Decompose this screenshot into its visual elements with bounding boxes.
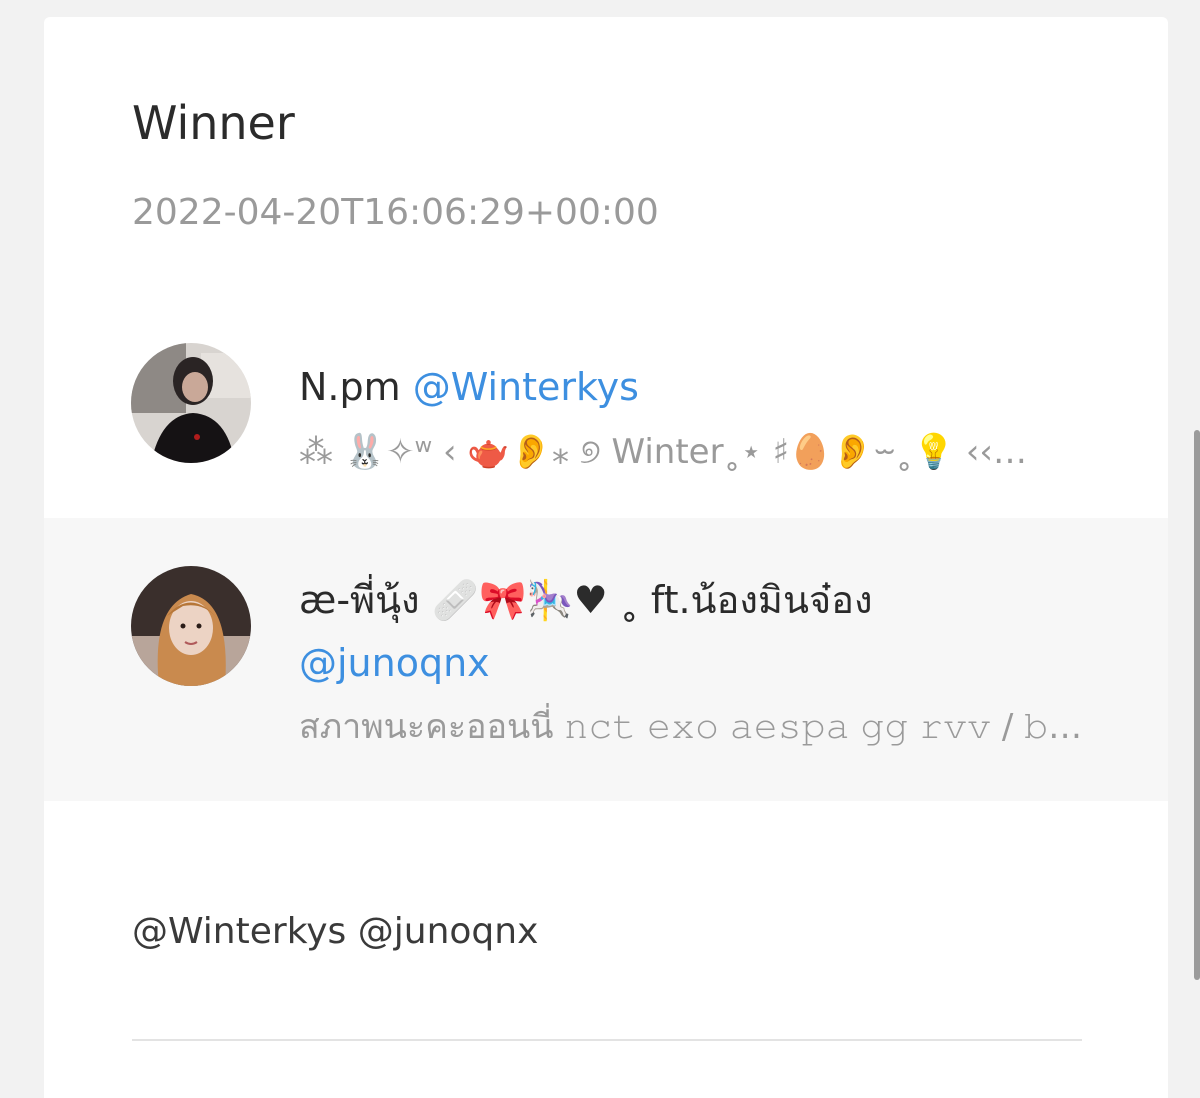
user-bio: ⁂ 🐰✧ʷ ‹ 🫖👂⁎ ୭ Winter˳⋆ ♯🥚👂⏖˳💡 ‹‹… <box>299 432 1028 472</box>
winner-entry[interactable]: æ-พี่นุ้ง 🩹🎀🎠♥ ˳ ft.น้องมินจ๋อง @junoqnx… <box>44 518 1168 801</box>
avatar[interactable] <box>131 566 251 686</box>
page: Winner 2022-04-20T16:06:29+00:00 N.pm @W… <box>0 0 1200 1098</box>
post-title: Winner <box>132 96 295 150</box>
divider <box>132 1039 1082 1041</box>
avatar-image <box>131 566 251 686</box>
mentions-text: @Winterkys @junoqnx <box>132 911 539 952</box>
entry-text: N.pm @Winterkys ⁂ 🐰✧ʷ ‹ 🫖👂⁎ ୭ Winter˳⋆ ♯… <box>299 355 1088 485</box>
display-name: æ-พี่นุ้ง 🩹🎀🎠♥ ˳ ft.น้องมินจ๋อง <box>299 578 873 622</box>
user-handle-link[interactable]: @junoqnx <box>299 632 1088 694</box>
avatar[interactable] <box>131 343 251 463</box>
scrollbar[interactable] <box>1194 430 1200 980</box>
entry-text: æ-พี่นุ้ง 🩹🎀🎠♥ ˳ ft.น้องมินจ๋อง @junoqnx… <box>299 568 1088 760</box>
winner-entry[interactable]: N.pm @Winterkys ⁂ 🐰✧ʷ ‹ 🫖👂⁎ ୭ Winter˳⋆ ♯… <box>44 335 1168 517</box>
post-timestamp: 2022-04-20T16:06:29+00:00 <box>132 192 659 233</box>
avatar-image <box>131 343 251 463</box>
winner-card: Winner 2022-04-20T16:06:29+00:00 N.pm @W… <box>44 17 1168 1098</box>
user-bio: สภาพนะคะออนนี่ 𝚗𝚌𝚝 𝚎𝚡𝚘 𝚊𝚎𝚜𝚙𝚊 𝚐𝚐 𝚛𝚟𝚟 / 𝚋𝚔… <box>299 707 1088 747</box>
display-name: N.pm <box>299 365 401 409</box>
user-handle-link[interactable]: @Winterkys <box>413 365 639 409</box>
